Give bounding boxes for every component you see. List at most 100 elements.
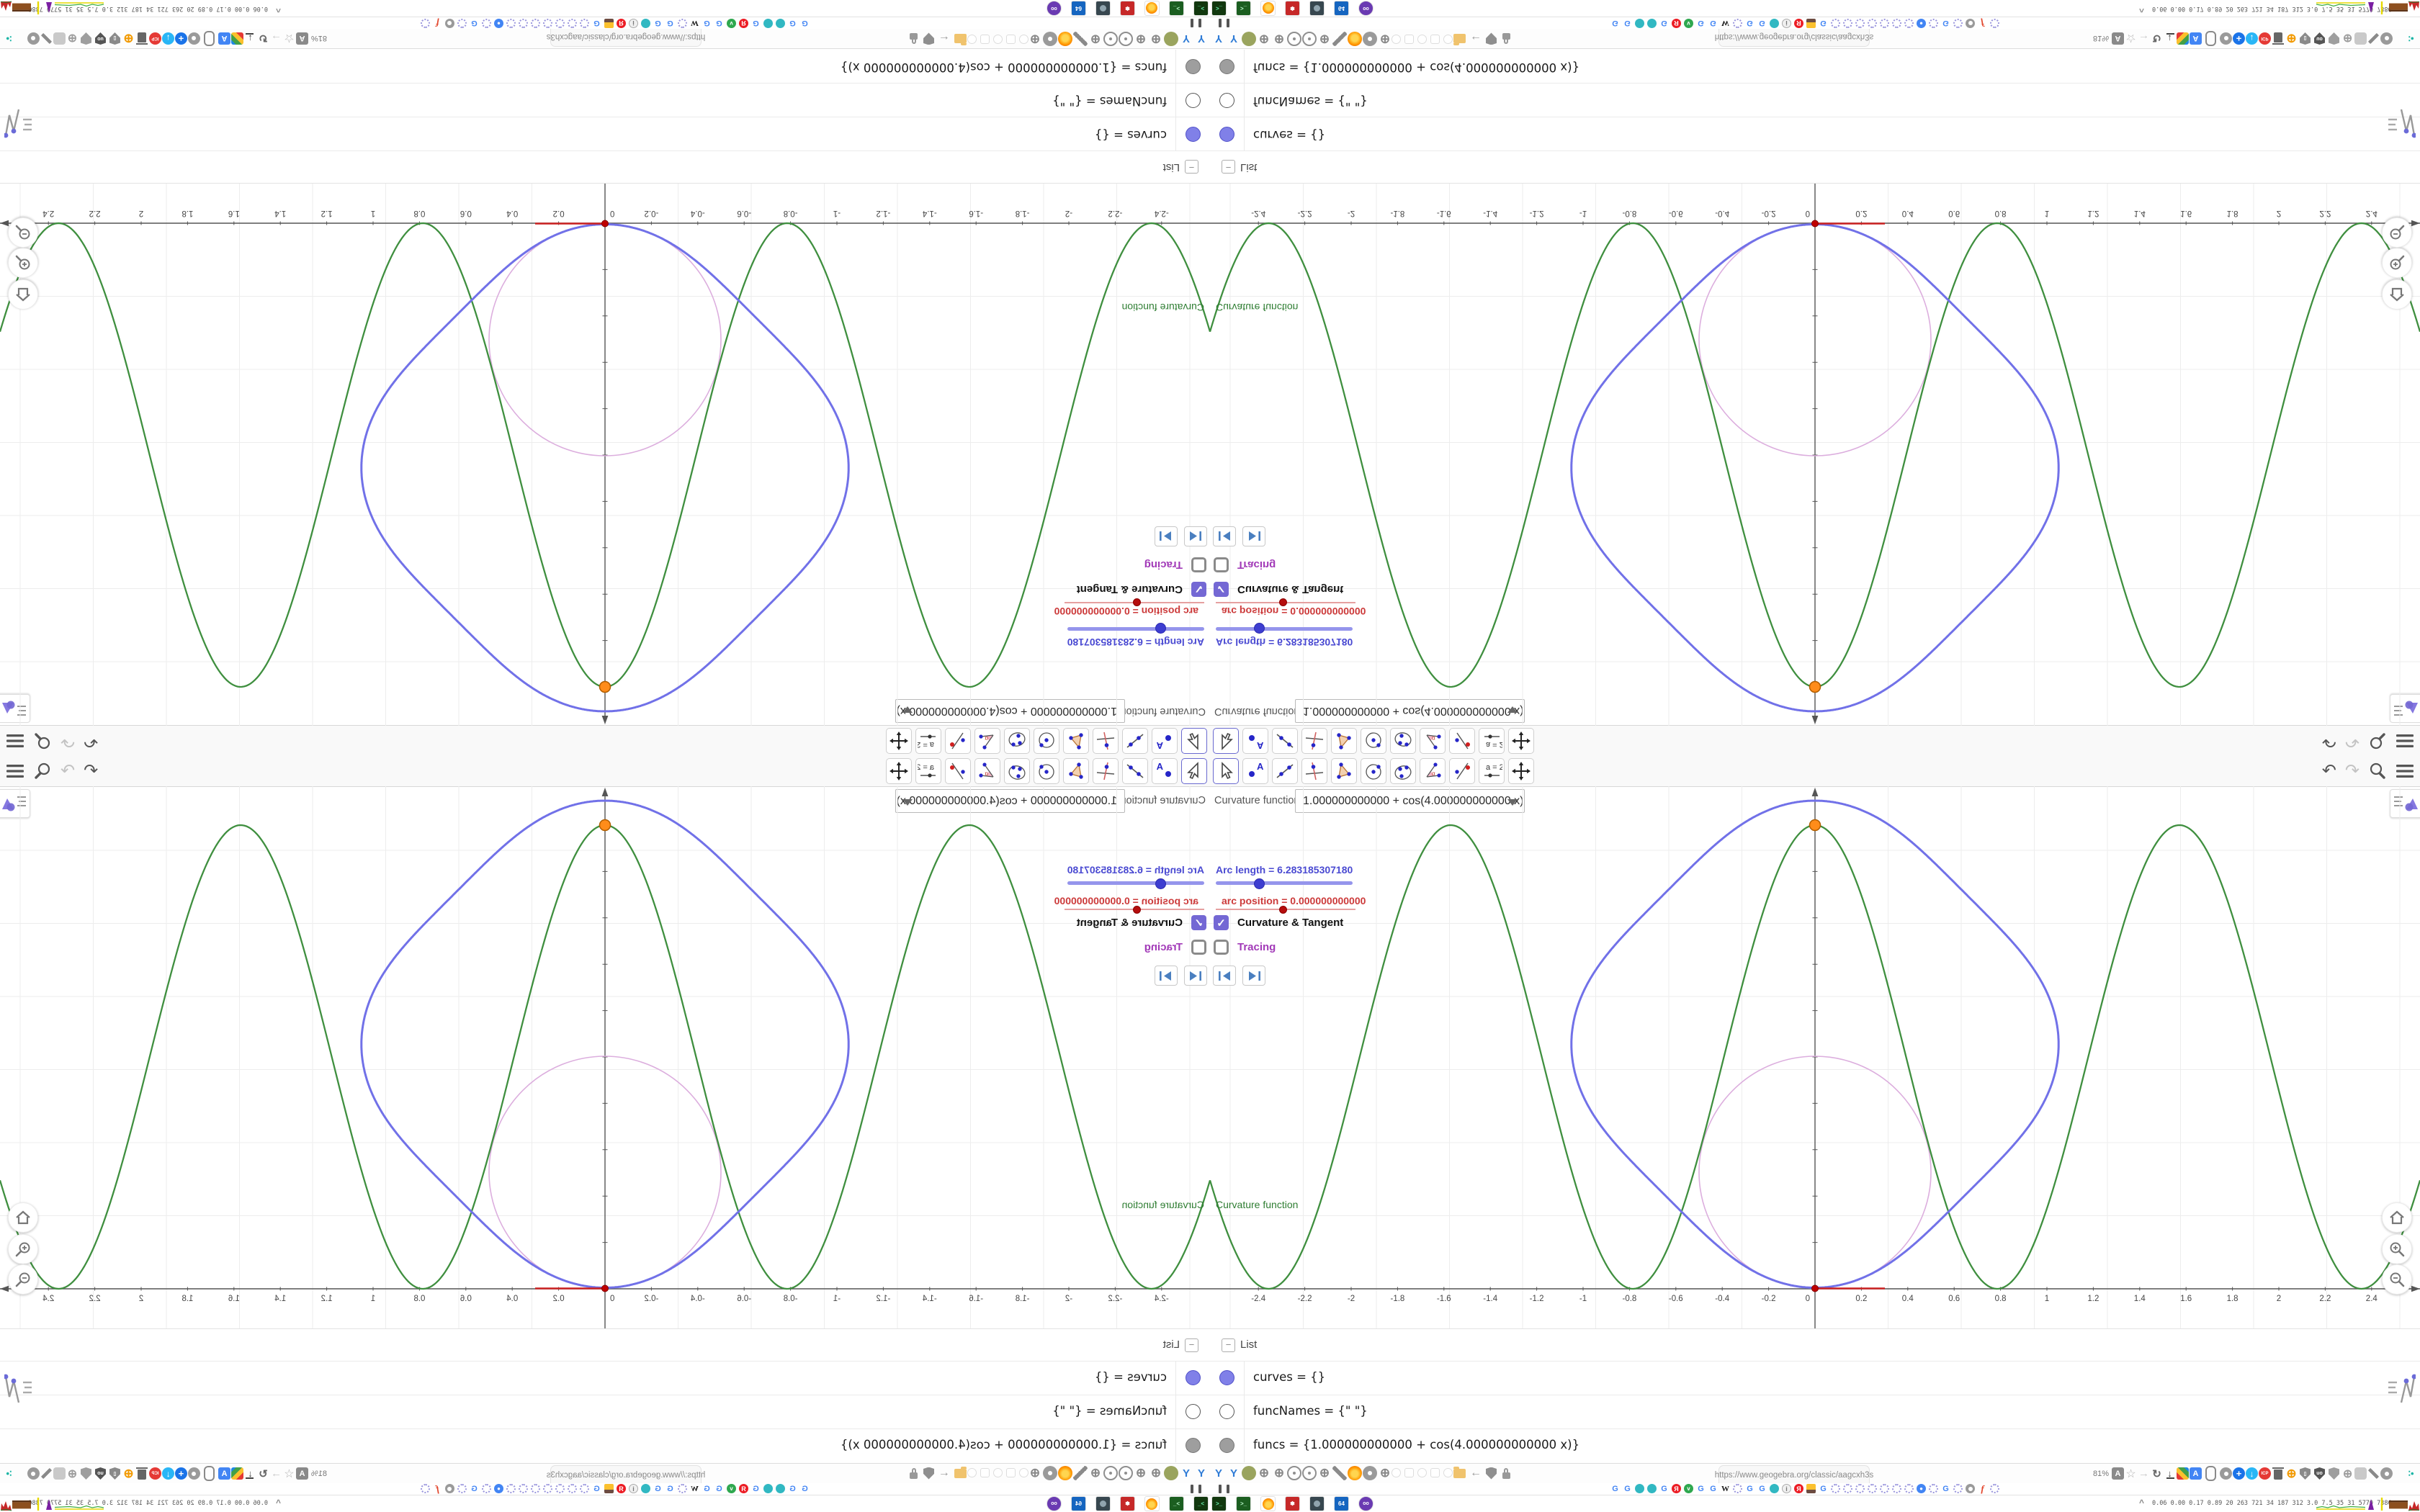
polygon-tool-button[interactable]	[1331, 728, 1357, 754]
flower-favicon[interactable]	[1831, 19, 1840, 28]
star-icon[interactable]: ☆	[2125, 32, 2137, 45]
flower-favicon[interactable]	[543, 19, 552, 28]
visibility-marble-curves[interactable]	[1186, 127, 1201, 142]
flower-favicon[interactable]	[1733, 19, 1742, 28]
arc-position-slider-thumb[interactable]	[1279, 598, 1287, 606]
firefox-icon[interactable]	[1058, 1466, 1072, 1480]
yandex-favicon[interactable]: Я	[1672, 19, 1681, 28]
robot-icon[interactable]: oo	[1358, 1496, 1373, 1511]
input-help-toggle[interactable]	[2387, 100, 2417, 141]
bin-shield-icon[interactable]: ▯	[2300, 1467, 2311, 1480]
camera-icon[interactable]	[1309, 1496, 1325, 1511]
bin-shield-icon[interactable]: ▯	[109, 1467, 120, 1480]
algebra-row-funcNames[interactable]: funcNames = {" "}	[0, 1395, 1210, 1428]
image-favicon[interactable]	[604, 1484, 614, 1493]
frog-favicon[interactable]: v	[727, 1484, 736, 1493]
flower-favicon[interactable]	[1892, 19, 1901, 28]
home-button[interactable]	[2382, 1202, 2412, 1233]
translate-badge-icon[interactable]: A	[295, 1467, 308, 1480]
flower-favicon[interactable]	[506, 19, 516, 28]
search-icon[interactable]	[33, 762, 52, 780]
algebra-row-curves[interactable]: curves = {}	[1210, 1361, 2420, 1395]
visibility-marble-funcs[interactable]	[1186, 59, 1201, 74]
polygon-tool-button[interactable]	[1063, 758, 1089, 784]
arc-position-point[interactable]	[601, 220, 609, 228]
mouse-icon[interactable]	[2205, 1466, 2217, 1481]
google-favicon[interactable]: G	[592, 1484, 601, 1493]
floppy-64-icon[interactable]: 64	[1071, 1, 1086, 16]
teal-favicon[interactable]	[776, 1484, 785, 1493]
google-favicon[interactable]: G	[1708, 19, 1718, 28]
teal-favicon[interactable]	[776, 19, 785, 28]
move-view-tool-button[interactable]	[1508, 758, 1534, 784]
redo-icon[interactable]: ↷	[60, 761, 75, 780]
move-view-tool-button[interactable]	[1508, 728, 1534, 754]
flower-favicon[interactable]	[1868, 19, 1877, 28]
slider-tool-button[interactable]: a = 2	[915, 758, 941, 784]
menu-icon[interactable]	[6, 763, 24, 779]
terminal-dark-icon[interactable]: >_	[1193, 1496, 1209, 1511]
back-arrow-icon[interactable]: ←	[1469, 1466, 1483, 1480]
flower-favicon[interactable]	[482, 1484, 491, 1493]
globe-icon[interactable]: ⊕	[1257, 1466, 1271, 1480]
google-favicon[interactable]: G	[1623, 19, 1632, 28]
shield-download-icon[interactable]: ↓	[2246, 32, 2259, 45]
pinned-bar-icon[interactable]	[1198, 1485, 1201, 1493]
gear-red-icon[interactable]: ✽	[1285, 1496, 1300, 1511]
collapse-list-button[interactable]: −	[1222, 160, 1235, 174]
translate-badge-icon[interactable]: A	[295, 32, 308, 45]
y-shield-icon[interactable]: Y	[1179, 32, 1193, 46]
record-red-icon[interactable]: ICP	[148, 1467, 161, 1480]
angle-tool-button[interactable]: α	[974, 728, 1000, 754]
olive-app-icon[interactable]	[1242, 32, 1256, 46]
google-favicon[interactable]: G	[1708, 1484, 1718, 1493]
globe-orange-icon[interactable]: ⊕	[2285, 1467, 2298, 1480]
teal-favicon[interactable]	[763, 19, 773, 28]
flower-favicon[interactable]	[678, 1484, 687, 1493]
arc-length-slider[interactable]	[1067, 623, 1204, 634]
graphics-view[interactable]: -2.4 -2.2 -2 -1.8 -1.6 -1.4 -1.2 -1 -0.8 -0.6 -0.4…	[0, 184, 1210, 726]
pencil-icon[interactable]	[230, 1467, 243, 1480]
teal-favicon[interactable]	[1770, 19, 1779, 28]
chat-favicon[interactable]: ●	[494, 19, 503, 28]
dots-teal-icon[interactable]: ∶•	[2405, 32, 2417, 45]
browser-tab[interactable]: https://www.geogebra.org/classic/aagcxh3…	[547, 28, 705, 47]
visibility-marble-funcs[interactable]	[1219, 1438, 1234, 1453]
lock-icon[interactable]	[910, 1472, 918, 1479]
firefox-icon[interactable]	[1348, 32, 1362, 46]
flower-favicon[interactable]	[1953, 19, 1963, 28]
google-favicon[interactable]: G	[1941, 19, 1950, 28]
slider-tool-button[interactable]: a = 2	[1479, 758, 1505, 784]
globe-icon[interactable]: ⊕	[1028, 1466, 1042, 1480]
camera-icon[interactable]	[1095, 1496, 1111, 1511]
menu-icon[interactable]	[2396, 733, 2414, 749]
forward-arrow-icon[interactable]: →	[2138, 1467, 2150, 1480]
line-tool-button[interactable]	[1122, 758, 1148, 784]
teal-favicon[interactable]	[1770, 1484, 1779, 1493]
puzzle-icon[interactable]	[2354, 1467, 2367, 1480]
translate-badge-icon[interactable]: A	[2112, 1467, 2125, 1480]
reflect-tool-button[interactable]	[945, 758, 971, 784]
move-tool-button[interactable]	[1213, 758, 1239, 784]
translate-icon[interactable]: A	[218, 32, 230, 45]
dots-teal-icon[interactable]: ∶•	[3, 1467, 15, 1480]
f-favicon[interactable]: f	[433, 1483, 442, 1494]
gear-icon[interactable]	[27, 32, 40, 45]
algebra-row-curves[interactable]: curves = {}	[0, 117, 1210, 151]
flower-favicon[interactable]	[421, 19, 430, 28]
wikipedia-favicon[interactable]: W	[1721, 1484, 1730, 1493]
firefox-icon[interactable]	[1058, 32, 1072, 46]
curvature-tangent-checkbox[interactable]: ✓	[1214, 582, 1229, 597]
arc-position-point[interactable]	[1811, 1284, 1819, 1292]
mouse-icon[interactable]	[2205, 31, 2217, 46]
skip-to-start-button[interactable]	[1184, 966, 1207, 986]
terminal-green-icon[interactable]: >_	[1169, 1, 1184, 16]
wikipedia-favicon[interactable]: W	[1721, 19, 1730, 28]
puzzle-icon[interactable]	[53, 32, 66, 45]
globe-icon[interactable]: ⊕	[1134, 32, 1148, 46]
firefox-task-icon[interactable]	[1144, 1, 1160, 16]
google-favicon[interactable]: G	[666, 1484, 675, 1493]
move-view-tool-button[interactable]	[886, 758, 912, 784]
google-favicon[interactable]: G	[714, 19, 724, 28]
perpendicular-line-tool-button[interactable]	[1301, 728, 1327, 754]
